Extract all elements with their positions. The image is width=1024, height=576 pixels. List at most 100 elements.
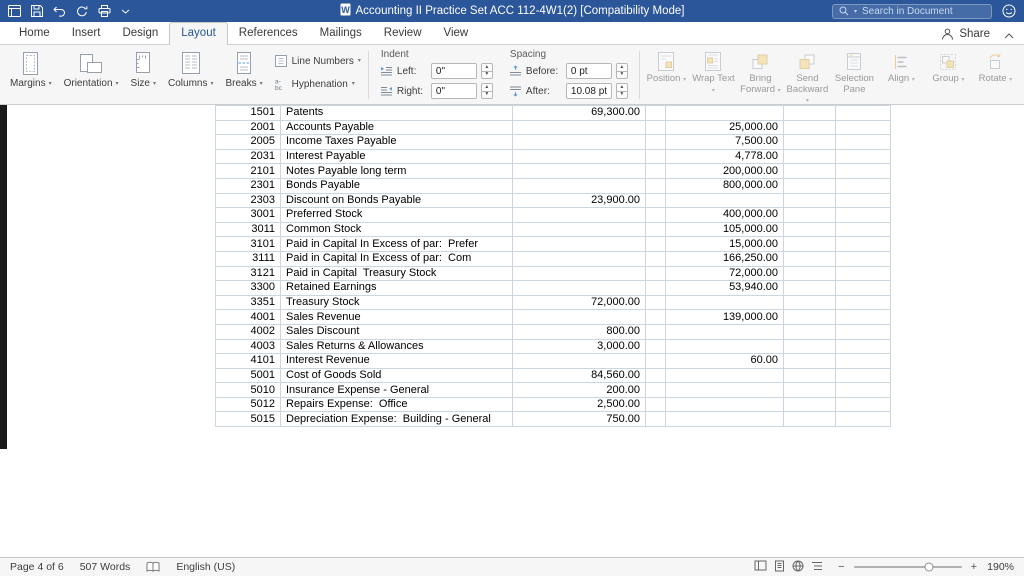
empty-cell[interactable]	[784, 237, 836, 252]
account-number-cell[interactable]: 1501	[216, 106, 281, 121]
account-name-cell[interactable]: Accounts Payable	[281, 120, 513, 135]
credit-amount-cell[interactable]: 25,000.00	[666, 120, 784, 135]
empty-cell[interactable]	[646, 222, 666, 237]
empty-cell[interactable]	[836, 237, 891, 252]
account-name-cell[interactable]: Patents	[281, 106, 513, 121]
empty-cell[interactable]	[784, 149, 836, 164]
orientation-button[interactable]: Orientation▾	[58, 46, 125, 91]
empty-cell[interactable]	[836, 354, 891, 369]
empty-cell[interactable]	[646, 397, 666, 412]
empty-cell[interactable]	[646, 178, 666, 193]
empty-cell[interactable]	[836, 397, 891, 412]
columns-button[interactable]: Columns▾	[162, 46, 219, 91]
empty-cell[interactable]	[784, 295, 836, 310]
empty-cell[interactable]	[784, 164, 836, 179]
empty-cell[interactable]	[836, 310, 891, 325]
empty-cell[interactable]	[784, 120, 836, 135]
empty-cell[interactable]	[836, 164, 891, 179]
account-name-cell[interactable]: Notes Payable long term	[281, 164, 513, 179]
tab-home[interactable]: Home	[8, 23, 61, 44]
empty-cell[interactable]	[784, 339, 836, 354]
account-number-cell[interactable]: 4001	[216, 310, 281, 325]
empty-cell[interactable]	[836, 193, 891, 208]
account-number-cell[interactable]: 3001	[216, 208, 281, 223]
empty-cell[interactable]	[784, 368, 836, 383]
empty-cell[interactable]	[836, 412, 891, 427]
empty-cell[interactable]	[836, 251, 891, 266]
sidebar-view-icon[interactable]	[754, 560, 767, 574]
credit-amount-cell[interactable]: 166,250.00	[666, 251, 784, 266]
account-name-cell[interactable]: Interest Payable	[281, 149, 513, 164]
account-number-cell[interactable]: 4003	[216, 339, 281, 354]
empty-cell[interactable]	[836, 135, 891, 150]
empty-cell[interactable]	[646, 295, 666, 310]
account-number-cell[interactable]: 5010	[216, 383, 281, 398]
share-button[interactable]: Share	[935, 28, 996, 44]
hyphenation-button[interactable]: a-bc Hyphenation▾	[273, 77, 361, 91]
empty-cell[interactable]	[646, 354, 666, 369]
empty-cell[interactable]	[836, 149, 891, 164]
empty-cell[interactable]	[784, 354, 836, 369]
empty-cell[interactable]	[784, 281, 836, 296]
empty-cell[interactable]	[646, 149, 666, 164]
spacing-before-stepper[interactable]: ▲▼	[616, 63, 628, 79]
credit-amount-cell[interactable]	[666, 324, 784, 339]
empty-cell[interactable]	[646, 193, 666, 208]
tab-mailings[interactable]: Mailings	[309, 23, 373, 44]
debit-amount-cell[interactable]	[513, 178, 646, 193]
feedback-smiley-icon[interactable]	[1002, 4, 1016, 18]
page-count[interactable]: Page 4 of 6	[10, 561, 64, 573]
empty-cell[interactable]	[836, 324, 891, 339]
empty-cell[interactable]	[646, 106, 666, 121]
account-number-cell[interactable]: 5001	[216, 368, 281, 383]
empty-cell[interactable]	[646, 251, 666, 266]
zoom-slider-thumb[interactable]	[925, 563, 934, 572]
print-icon[interactable]	[98, 5, 111, 17]
credit-amount-cell[interactable]: 800,000.00	[666, 178, 784, 193]
empty-cell[interactable]	[646, 135, 666, 150]
empty-cell[interactable]	[646, 164, 666, 179]
debit-amount-cell[interactable]: 2,500.00	[513, 397, 646, 412]
document-canvas[interactable]: 1501 Patents 69,300.00 2001 Accounts Pay…	[0, 105, 1024, 557]
empty-cell[interactable]	[784, 222, 836, 237]
account-name-cell[interactable]: Preferred Stock	[281, 208, 513, 223]
debit-amount-cell[interactable]	[513, 149, 646, 164]
empty-cell[interactable]	[784, 106, 836, 121]
credit-amount-cell[interactable]	[666, 193, 784, 208]
empty-cell[interactable]	[784, 208, 836, 223]
zoom-level[interactable]: 190%	[986, 561, 1014, 573]
empty-cell[interactable]	[836, 222, 891, 237]
position-button[interactable]: Position ▾	[643, 46, 690, 87]
tab-review[interactable]: Review	[373, 23, 433, 44]
stepper-down-icon[interactable]: ▼	[616, 91, 628, 100]
account-number-cell[interactable]: 2101	[216, 164, 281, 179]
toolbar-options-icon[interactable]	[121, 9, 130, 14]
empty-cell[interactable]	[784, 397, 836, 412]
account-name-cell[interactable]: Insurance Expense - General	[281, 383, 513, 398]
stepper-up-icon[interactable]: ▲	[616, 63, 628, 71]
empty-cell[interactable]	[646, 208, 666, 223]
account-number-cell[interactable]: 3351	[216, 295, 281, 310]
tab-references[interactable]: References	[228, 23, 309, 44]
bring-forward-button[interactable]: Bring Forward ▾	[737, 46, 784, 97]
indent-left-stepper[interactable]: ▲▼	[481, 63, 493, 79]
account-number-cell[interactable]: 3101	[216, 237, 281, 252]
align-button[interactable]: Align ▾	[878, 46, 925, 87]
debit-amount-cell[interactable]	[513, 237, 646, 252]
size-button[interactable]: Size▾	[125, 46, 162, 91]
debit-amount-cell[interactable]: 69,300.00	[513, 106, 646, 121]
credit-amount-cell[interactable]	[666, 397, 784, 412]
stepper-down-icon[interactable]: ▼	[616, 71, 628, 80]
undo-icon[interactable]	[53, 6, 66, 17]
breaks-button[interactable]: Breaks▾	[219, 46, 268, 91]
account-name-cell[interactable]: Bonds Payable	[281, 178, 513, 193]
empty-cell[interactable]	[836, 281, 891, 296]
empty-cell[interactable]	[836, 339, 891, 354]
indent-right-input[interactable]: 0"	[431, 83, 477, 99]
web-layout-view-icon[interactable]	[792, 560, 804, 575]
account-name-cell[interactable]: Interest Revenue	[281, 354, 513, 369]
language-selector[interactable]: English (US)	[176, 561, 235, 573]
collapse-ribbon-icon[interactable]	[996, 33, 1016, 44]
credit-amount-cell[interactable]	[666, 339, 784, 354]
empty-cell[interactable]	[836, 266, 891, 281]
